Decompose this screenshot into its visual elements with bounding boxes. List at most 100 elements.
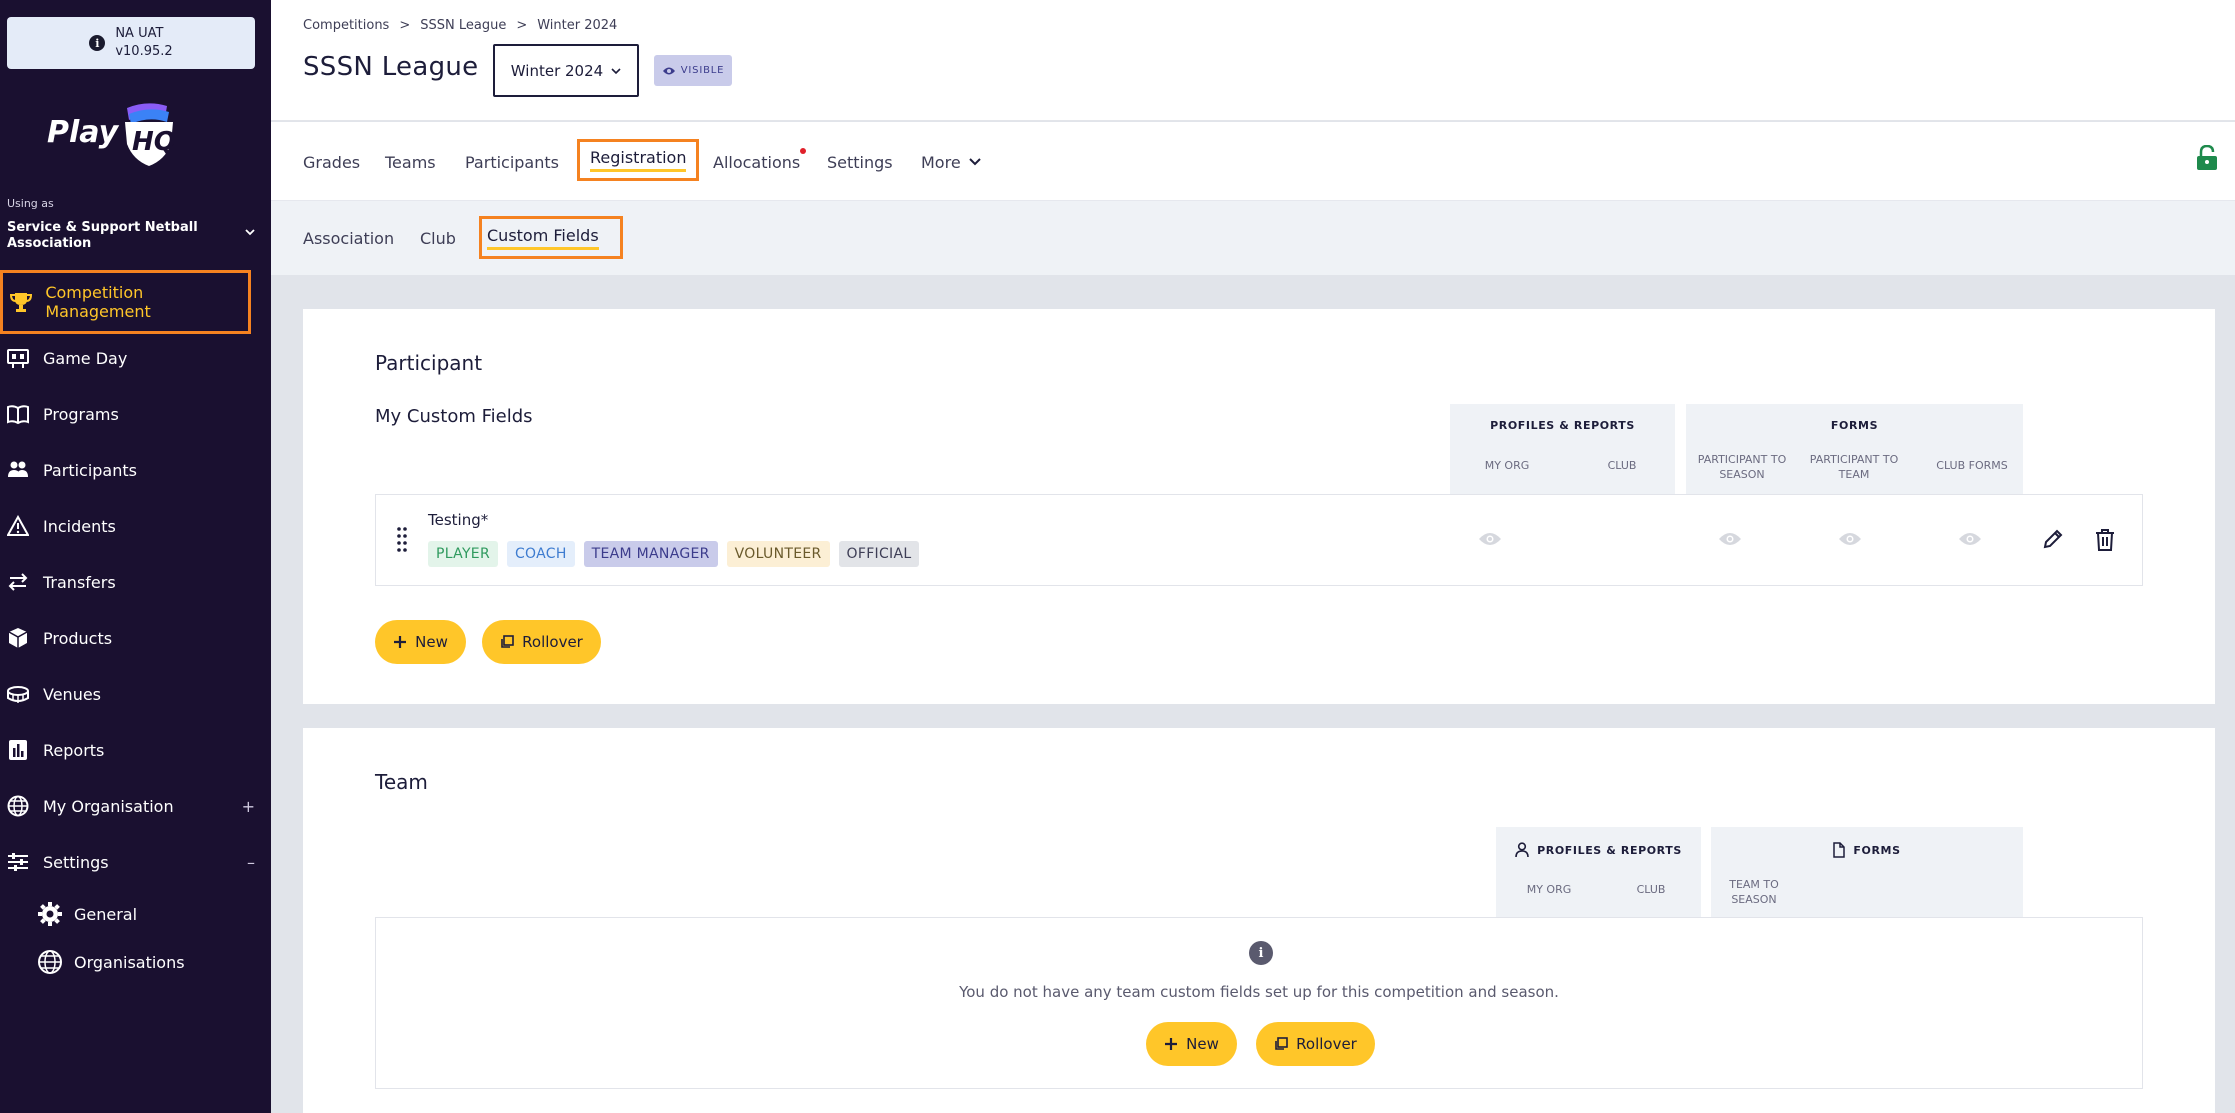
custom-field-row[interactable]: Testing* PLAYER COACH TEAM MANAGER VOLUN… (375, 494, 2143, 586)
globe-icon (36, 948, 64, 976)
sidebar-item-label: Game Day (43, 348, 128, 368)
tab-label: Participants (465, 152, 559, 172)
sidebar-item-transfers[interactable]: Transfers (0, 554, 271, 610)
env-version: v10.95.2 (115, 44, 173, 59)
button-label: New (1186, 1035, 1219, 1053)
sidebar-item-label: Transfers (43, 572, 116, 592)
empty-state-message: You do not have any team custom fields s… (959, 983, 1559, 1001)
sidebar-item-programs[interactable]: Programs (0, 386, 271, 442)
subsection-title: My Custom Fields (375, 406, 533, 427)
chevron-down-icon (968, 158, 981, 166)
empty-state: i You do not have any team custom fields… (375, 917, 2143, 1089)
rollover-button[interactable]: Rollover (1256, 1022, 1375, 1066)
svg-text:HQ: HQ (132, 127, 176, 157)
column-group-title-text: PROFILES & REPORTS (1537, 843, 1682, 857)
column-header-club-forms: CLUB FORMS (1936, 459, 2008, 472)
sidebar-item-venues[interactable]: Venues (0, 666, 271, 722)
eye-icon (1479, 533, 1501, 545)
document-icon (1833, 842, 1846, 858)
visibility-label: VISIBLE (680, 65, 725, 76)
playhq-logo[interactable]: Play HQ (45, 100, 195, 170)
sidebar-item-my-organisation[interactable]: My Organisation + (0, 778, 271, 834)
tab-label: Allocations (713, 152, 801, 172)
breadcrumb-separator: > (516, 18, 528, 33)
column-group-title: PROFILES & REPORTS (1490, 419, 1635, 432)
globe-icon (6, 794, 30, 818)
sidebar-item-incidents[interactable]: Incidents (0, 498, 271, 554)
new-custom-field-button[interactable]: New (1146, 1022, 1237, 1066)
edit-pencil-icon[interactable] (2042, 528, 2064, 552)
tab-participants[interactable]: Participants (465, 148, 559, 176)
gear-icon (36, 900, 64, 928)
sidebar-item-game-day[interactable]: Game Day (0, 330, 271, 386)
season-dropdown[interactable]: Winter 2024 (493, 44, 639, 97)
info-icon: i (89, 35, 106, 51)
field-name-text: Testing (428, 511, 481, 529)
new-custom-field-button[interactable]: New (375, 620, 466, 664)
tag-coach: COACH (506, 541, 575, 567)
info-icon: i (1249, 941, 1273, 965)
sidebar-item-label: Programs (43, 404, 119, 424)
sidebar-item-label: Venues (43, 684, 102, 704)
section-title: Participant (375, 351, 483, 375)
drag-handle-icon[interactable] (396, 525, 408, 555)
breadcrumb-league[interactable]: SSSN League (420, 18, 506, 33)
sidebar-subitem-general[interactable]: General (36, 892, 137, 936)
season-selected-value: Winter 2024 (510, 61, 604, 80)
tab-label: Teams (385, 152, 436, 172)
breadcrumb: Competitions > SSSN League > Winter 2024 (303, 18, 617, 33)
report-icon (6, 738, 30, 762)
tab-settings[interactable]: Settings (827, 148, 893, 176)
book-icon (6, 402, 30, 426)
sidebar-item-products[interactable]: Products (0, 610, 271, 666)
sidebar-item-competition-management[interactable]: Competition Management (0, 270, 251, 334)
subtab-label: Club (420, 228, 456, 248)
subtab-association[interactable]: Association (303, 225, 394, 251)
chevron-down-icon[interactable] (244, 226, 256, 238)
breadcrumb-season: Winter 2024 (537, 18, 618, 33)
column-header-participant-to-season: PARTICIPANT TO SEASON (1697, 453, 1787, 481)
column-header-club: CLUB (1636, 883, 1666, 896)
tab-teams[interactable]: Teams (385, 148, 436, 176)
chevron-down-icon (611, 67, 621, 74)
tab-allocations[interactable]: Allocations (713, 148, 800, 176)
notification-dot (800, 148, 806, 154)
button-label: Rollover (1296, 1035, 1357, 1053)
lock-icon[interactable] (2196, 145, 2218, 171)
sidebar-subitem-organisations[interactable]: Organisations (36, 940, 185, 984)
tab-registration[interactable]: Registration (577, 139, 700, 181)
tab-more[interactable]: More (921, 148, 981, 176)
using-as-label: Using as (7, 197, 54, 210)
sidebar-item-label: Settings (43, 852, 109, 872)
button-label: Rollover (522, 633, 583, 651)
rollover-button[interactable]: Rollover (482, 620, 601, 664)
expand-icon[interactable]: + (242, 797, 255, 816)
svg-text:Play: Play (47, 115, 120, 150)
sidebar-item-label: My Organisation (43, 796, 174, 816)
trash-icon[interactable] (2094, 528, 2116, 552)
breadcrumb-competitions[interactable]: Competitions (303, 18, 389, 33)
sub-tabs: Association Club Custom Fields (271, 201, 2235, 275)
tab-label: Grades (303, 152, 361, 172)
subtab-custom-fields[interactable]: Custom Fields (479, 216, 623, 259)
participant-custom-fields-card: Participant My Custom Fields PROFILES & … (303, 309, 2215, 704)
team-custom-fields-card: Team PROFILES & REPORTS MY ORG CLUB FORM… (303, 728, 2215, 1113)
env-name: NA UAT (115, 26, 164, 41)
sidebar-item-settings[interactable]: Settings – (0, 834, 271, 890)
subtab-club[interactable]: Club (420, 225, 456, 251)
tag-official: OFFICIAL (838, 541, 920, 567)
eye-icon (1719, 533, 1741, 545)
sliders-icon (6, 850, 30, 874)
column-header-my-org: MY ORG (1526, 883, 1572, 896)
page-title: SSSN League (303, 52, 479, 82)
tab-grades[interactable]: Grades (303, 148, 360, 176)
eye-icon (1959, 533, 1981, 545)
button-label: New (415, 633, 448, 651)
sidebar-item-reports[interactable]: Reports (0, 722, 271, 778)
tab-label: More (921, 152, 961, 172)
sidebar-item-participants[interactable]: Participants (0, 442, 271, 498)
organisation-switcher[interactable]: Service & Support Netball Association (7, 220, 217, 252)
page-header: Competitions > SSSN League > Winter 2024… (271, 0, 2235, 121)
collapse-icon[interactable]: – (247, 853, 255, 872)
breadcrumb-separator: > (399, 18, 411, 33)
